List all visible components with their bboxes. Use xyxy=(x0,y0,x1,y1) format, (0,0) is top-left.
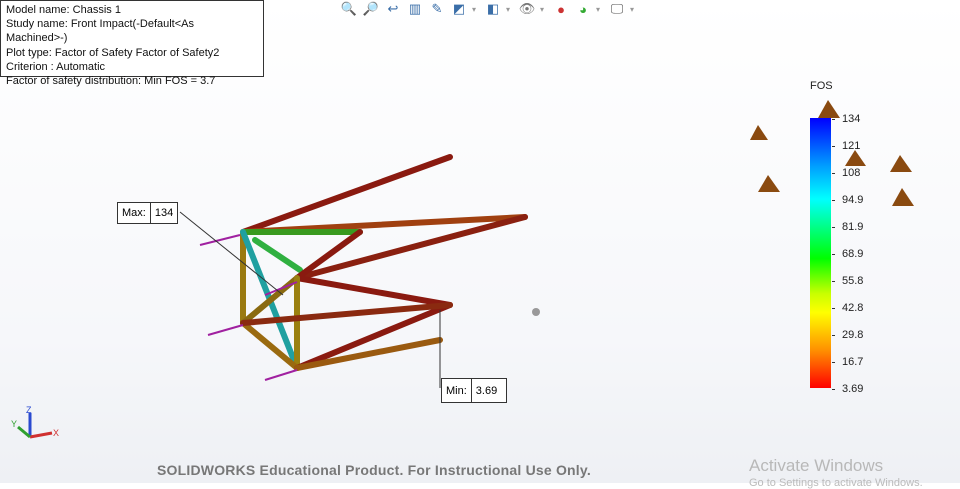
legend-title: FOS xyxy=(810,80,833,92)
legend-tick xyxy=(832,173,835,174)
chevron-down-icon[interactable]: ▾ xyxy=(472,5,480,14)
legend-tick-label: 134 xyxy=(842,113,861,125)
legend-tick xyxy=(832,389,835,390)
section-view-icon[interactable]: ▥ xyxy=(406,1,424,17)
educational-watermark: SOLIDWORKS Educational Product. For Inst… xyxy=(157,462,591,478)
max-label: Max: xyxy=(122,207,146,219)
study-name: Study name: Front Impact(-Default<As Mac… xyxy=(6,18,194,45)
heads-up-view-toolbar: 🔍 🔎 ↩ ▥ ✎ ◩ ▾ ◧ ▾ 👁 ▾ ● ◕ ▾ 🖵 ▾ xyxy=(340,0,638,18)
y-axis-label: Y xyxy=(11,419,17,429)
legend-tick xyxy=(832,200,835,201)
legend-tick xyxy=(832,362,835,363)
min-probe-label[interactable]: Min: 3.69 xyxy=(441,378,507,403)
x-axis-label: X xyxy=(53,428,59,438)
hide-show-icon[interactable]: 👁 xyxy=(518,1,536,17)
legend-tick-label: 42.8 xyxy=(842,302,864,314)
model-name: Model name: Chassis 1 xyxy=(6,4,121,16)
legend-tick xyxy=(832,119,835,120)
view-settings-icon[interactable]: 🖵 xyxy=(608,1,626,17)
previous-view-icon[interactable]: ↩ xyxy=(384,1,402,17)
edit-appearance-icon[interactable]: ● xyxy=(552,1,570,17)
z-axis-label: Z xyxy=(26,405,32,415)
point-marker xyxy=(532,308,540,316)
legend-tick xyxy=(832,308,835,309)
plot-type: Plot type: Factor of Safety Factor of Sa… xyxy=(6,46,220,59)
study-info-box: Model name: Chassis 1 Study name: Front … xyxy=(0,0,264,87)
zoom-to-area-icon[interactable]: 🔎 xyxy=(362,1,380,17)
max-probe-label[interactable]: Max: 134 xyxy=(117,202,179,224)
legend-tick-label: 121 xyxy=(842,140,861,152)
zoom-to-fit-icon[interactable]: 🔍 xyxy=(340,1,358,17)
chevron-down-icon[interactable]: ▾ xyxy=(540,5,548,14)
legend-tick-label: 55.8 xyxy=(842,275,864,287)
legend-tick xyxy=(832,227,835,228)
chevron-down-icon[interactable]: ▾ xyxy=(630,5,638,14)
legend-tick xyxy=(832,146,835,147)
chevron-down-icon[interactable]: ▾ xyxy=(596,5,604,14)
legend-tick-label: 94.9 xyxy=(842,194,864,206)
chassis-frame xyxy=(240,154,528,371)
fixture-arrows xyxy=(750,100,914,206)
fos-color-bar[interactable] xyxy=(810,118,831,388)
activate-windows-subtitle: Go to Settings to activate Windows. xyxy=(749,477,923,489)
legend-tick-label: 29.8 xyxy=(842,329,864,341)
dynamic-annotation-icon[interactable]: ✎ xyxy=(428,1,446,17)
legend-tick xyxy=(832,254,835,255)
min-label: Min: xyxy=(446,384,467,397)
legend-tick-label: 108 xyxy=(842,167,861,179)
legend-tick-label: 3.69 xyxy=(842,383,864,395)
min-value: 3.69 xyxy=(470,379,501,402)
fos-distribution: Factor of safety distribution: Min FOS =… xyxy=(6,75,216,88)
activate-windows-title: Activate Windows xyxy=(749,456,884,475)
legend-tick xyxy=(832,281,835,282)
criterion: Criterion : Automatic xyxy=(6,60,106,73)
view-orientation-icon[interactable]: ◩ xyxy=(450,1,468,17)
chevron-down-icon[interactable]: ▾ xyxy=(506,5,514,14)
legend-tick-label: 68.9 xyxy=(842,248,864,260)
legend-tick-label: 81.9 xyxy=(842,221,864,233)
legend-tick xyxy=(832,335,835,336)
display-style-icon[interactable]: ◧ xyxy=(484,1,502,17)
max-value: 134 xyxy=(149,203,177,223)
apply-scene-icon[interactable]: ◕ xyxy=(574,1,592,17)
legend-tick-label: 16.7 xyxy=(842,356,864,368)
axis-triad: Z X Y xyxy=(11,405,59,439)
